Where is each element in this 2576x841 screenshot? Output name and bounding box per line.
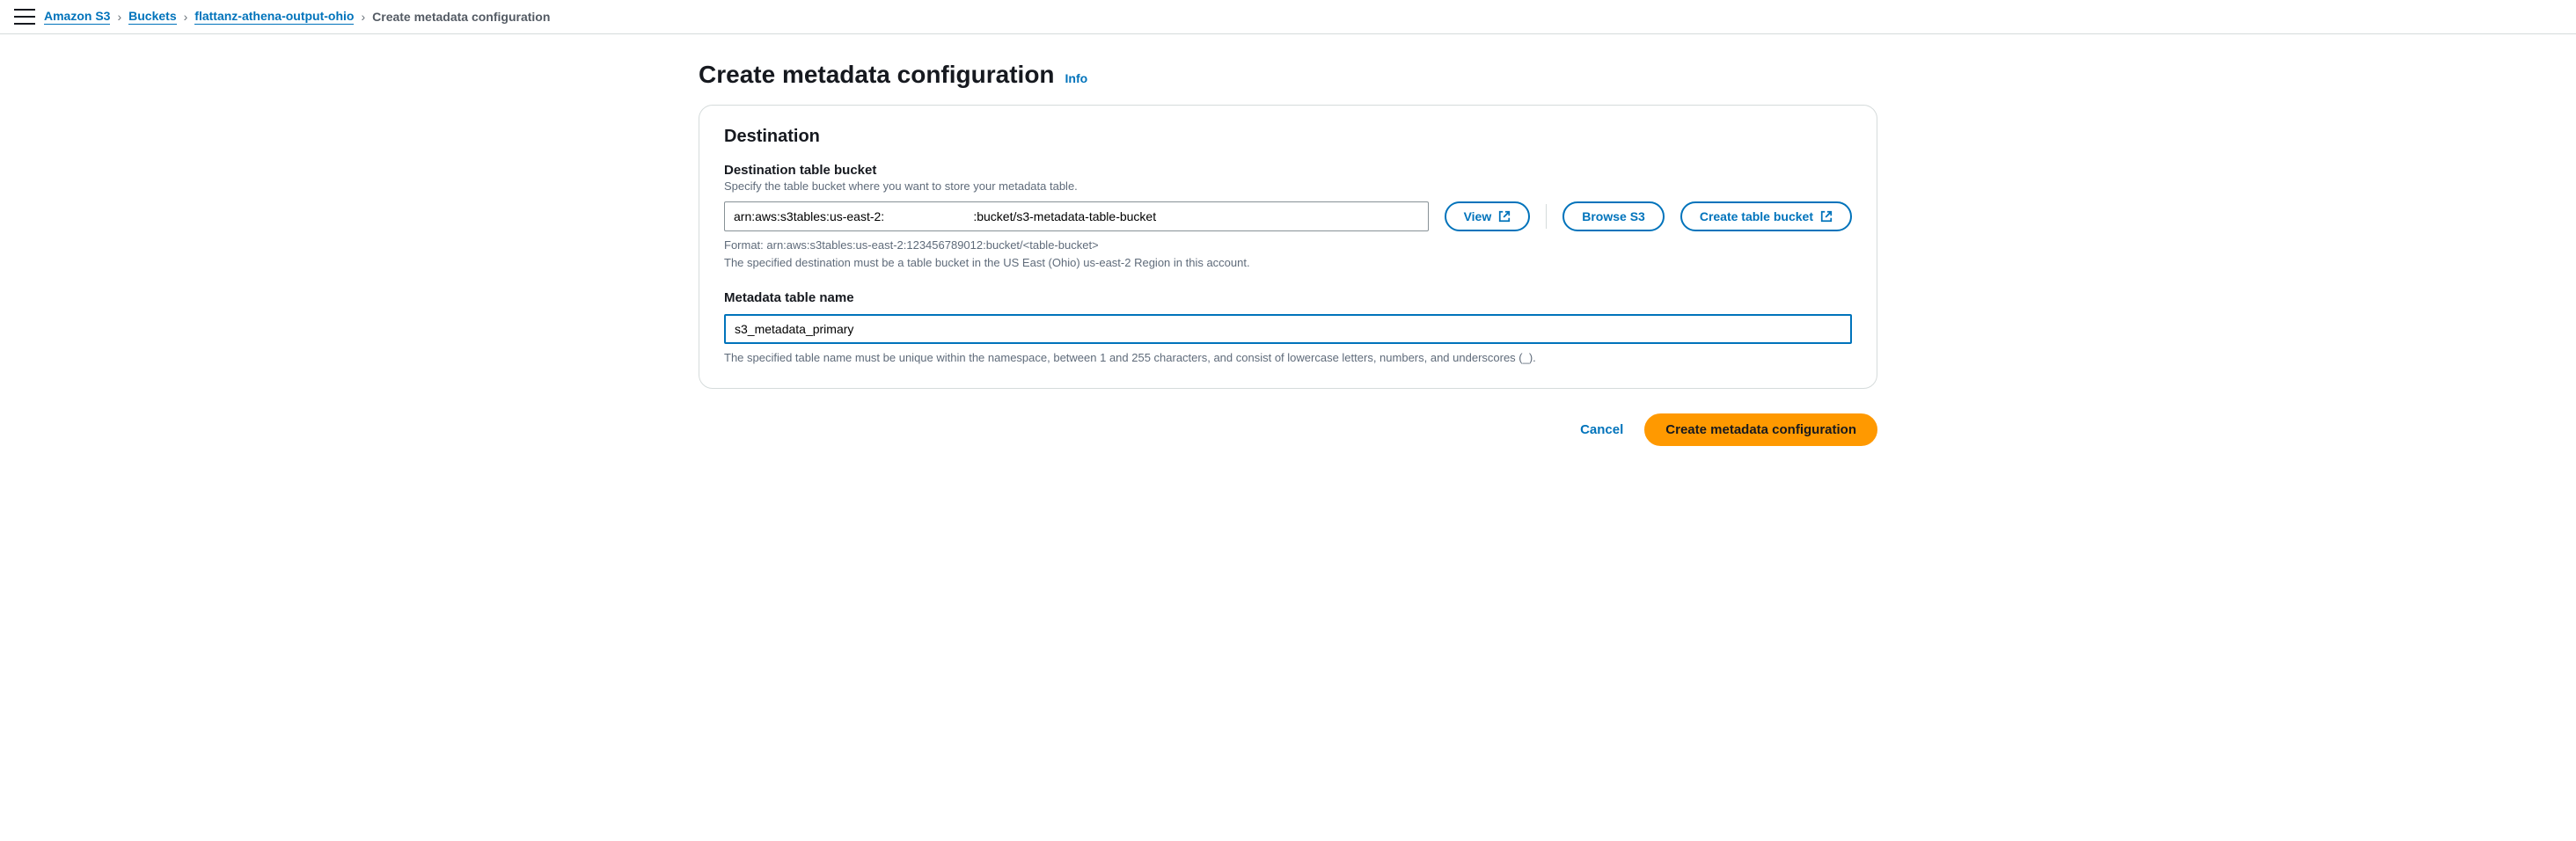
browse-s3-button[interactable]: Browse S3 bbox=[1562, 201, 1665, 231]
browse-s3-button-label: Browse S3 bbox=[1582, 209, 1645, 223]
cancel-button[interactable]: Cancel bbox=[1580, 422, 1623, 437]
button-divider bbox=[1546, 204, 1547, 229]
breadcrumb-current: Create metadata configuration bbox=[372, 10, 550, 24]
panel-heading: Destination bbox=[724, 127, 1852, 147]
view-button[interactable]: View bbox=[1445, 201, 1531, 231]
page-title: Create metadata configuration bbox=[699, 61, 1055, 89]
chevron-right-icon: › bbox=[361, 10, 365, 24]
destination-bucket-input[interactable] bbox=[724, 201, 1429, 231]
destination-hint-format: Format: arn:aws:s3tables:us-east-2:12345… bbox=[724, 237, 1852, 254]
create-table-bucket-button[interactable]: Create table bucket bbox=[1680, 201, 1852, 231]
destination-bucket-subtext: Specify the table bucket where you want … bbox=[724, 179, 1852, 193]
breadcrumb-link-buckets[interactable]: Buckets bbox=[128, 9, 176, 25]
chevron-right-icon: › bbox=[117, 10, 121, 24]
chevron-right-icon: › bbox=[184, 10, 188, 24]
breadcrumb-link-s3[interactable]: Amazon S3 bbox=[44, 9, 110, 25]
metadata-table-name-label: Metadata table name bbox=[724, 290, 1852, 305]
breadcrumb-link-bucket-name[interactable]: flattanz-athena-output-ohio bbox=[194, 9, 354, 25]
info-link[interactable]: Info bbox=[1065, 71, 1088, 85]
breadcrumb: Amazon S3 › Buckets › flattanz-athena-ou… bbox=[44, 9, 550, 25]
create-metadata-configuration-button[interactable]: Create metadata configuration bbox=[1644, 413, 1877, 446]
create-table-bucket-button-label: Create table bucket bbox=[1700, 209, 1813, 223]
metadata-table-name-hint: The specified table name must be unique … bbox=[724, 349, 1852, 367]
destination-hint-region: The specified destination must be a tabl… bbox=[724, 254, 1852, 272]
destination-bucket-label: Destination table bucket bbox=[724, 163, 1852, 178]
view-button-label: View bbox=[1464, 209, 1492, 223]
metadata-table-name-input[interactable] bbox=[724, 314, 1852, 344]
external-link-icon bbox=[1498, 210, 1511, 223]
external-link-icon bbox=[1820, 210, 1833, 223]
hamburger-menu-icon[interactable] bbox=[14, 9, 35, 25]
destination-panel: Destination Destination table bucket Spe… bbox=[699, 105, 1877, 389]
